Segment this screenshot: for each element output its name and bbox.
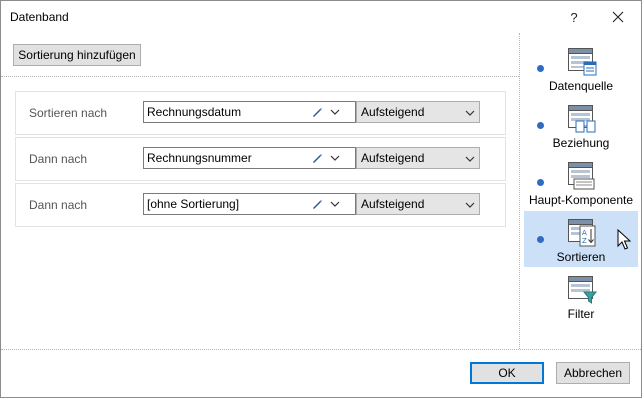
sort-row: Dann nach [ohne Sortierung] Aufsteigend: [15, 183, 506, 227]
pencil-icon[interactable]: [311, 198, 323, 210]
chevron-down-icon[interactable]: [330, 154, 340, 162]
step-completed-dot: [537, 122, 544, 129]
datasource-icon: [568, 48, 597, 76]
mouse-pointer-icon: [617, 229, 631, 250]
divider: [1, 349, 641, 350]
step-label: Beziehung: [552, 136, 610, 150]
sort-row-label: Dann nach: [29, 152, 88, 166]
ok-button[interactable]: OK: [470, 362, 544, 384]
relation-icon: [568, 105, 596, 133]
title-bar: Datenband ?: [1, 1, 641, 33]
sort-az-icon: A Z: [568, 219, 596, 247]
step-label: Sortieren: [556, 250, 606, 264]
sort-field-combo[interactable]: Rechnungsdatum: [143, 101, 356, 123]
sort-order-value: Aufsteigend: [361, 197, 425, 211]
pencil-icon[interactable]: [311, 106, 323, 118]
svg-text:Z: Z: [582, 237, 587, 245]
step-label: Filter: [567, 307, 595, 321]
cancel-button[interactable]: Abbrechen: [556, 362, 630, 384]
sort-field-value: Rechnungsnummer: [147, 151, 252, 165]
step-main-component[interactable]: Haupt-Komponente: [524, 154, 638, 210]
main-component-icon: [568, 162, 595, 190]
sort-order-value: Aufsteigend: [361, 151, 425, 165]
step-datasource[interactable]: Datenquelle: [524, 40, 638, 96]
chevron-down-icon[interactable]: [330, 200, 340, 208]
step-relation[interactable]: Beziehung: [524, 97, 638, 153]
chevron-down-icon: [465, 110, 475, 116]
chevron-down-icon: [465, 202, 475, 208]
sort-field-value: [ohne Sortierung]: [147, 197, 240, 211]
sort-row: Sortieren nach Rechnungsdatum Aufsteigen…: [15, 91, 506, 135]
dialog-title: Datenband: [10, 10, 69, 24]
close-button[interactable]: [596, 3, 640, 31]
step-completed-dot: [537, 179, 544, 186]
sort-order-select[interactable]: Aufsteigend: [356, 147, 480, 169]
sort-order-select[interactable]: Aufsteigend: [356, 101, 480, 123]
sort-order-select[interactable]: Aufsteigend: [356, 193, 480, 215]
sort-row-label: Dann nach: [29, 198, 88, 212]
sort-row: Dann nach Rechnungsnummer Aufsteigend: [15, 137, 506, 181]
sort-order-value: Aufsteigend: [361, 105, 425, 119]
dialog-window: Datenband ? Sortierung hinzufügen Sortie…: [0, 0, 642, 398]
help-button[interactable]: ?: [552, 3, 596, 31]
sort-field-value: Rechnungsdatum: [147, 105, 242, 119]
chevron-down-icon[interactable]: [330, 108, 340, 116]
divider: [1, 76, 519, 77]
add-sort-button[interactable]: Sortierung hinzufügen: [13, 44, 141, 66]
step-label: Datenquelle: [548, 79, 614, 93]
pencil-icon[interactable]: [311, 152, 323, 164]
chevron-down-icon: [465, 156, 475, 162]
sort-field-combo[interactable]: Rechnungsnummer: [143, 147, 356, 169]
divider: [519, 33, 520, 349]
svg-text:A: A: [582, 229, 587, 237]
step-filter[interactable]: Filter: [524, 268, 638, 324]
close-icon: [612, 11, 624, 23]
step-sort[interactable]: A Z Sortieren: [524, 211, 638, 267]
sort-field-combo[interactable]: [ohne Sortierung]: [143, 193, 356, 215]
filter-icon: [568, 276, 597, 304]
sort-row-label: Sortieren nach: [29, 106, 108, 120]
sort-panel: Sortierung hinzufügen Sortieren nach Rec…: [1, 33, 519, 349]
step-label: Haupt-Komponente: [528, 193, 634, 207]
step-completed-dot: [537, 236, 544, 243]
step-completed-dot: [537, 65, 544, 72]
wizard-steps: Datenquelle Beziehung Haupt-Komponente A…: [521, 33, 641, 349]
